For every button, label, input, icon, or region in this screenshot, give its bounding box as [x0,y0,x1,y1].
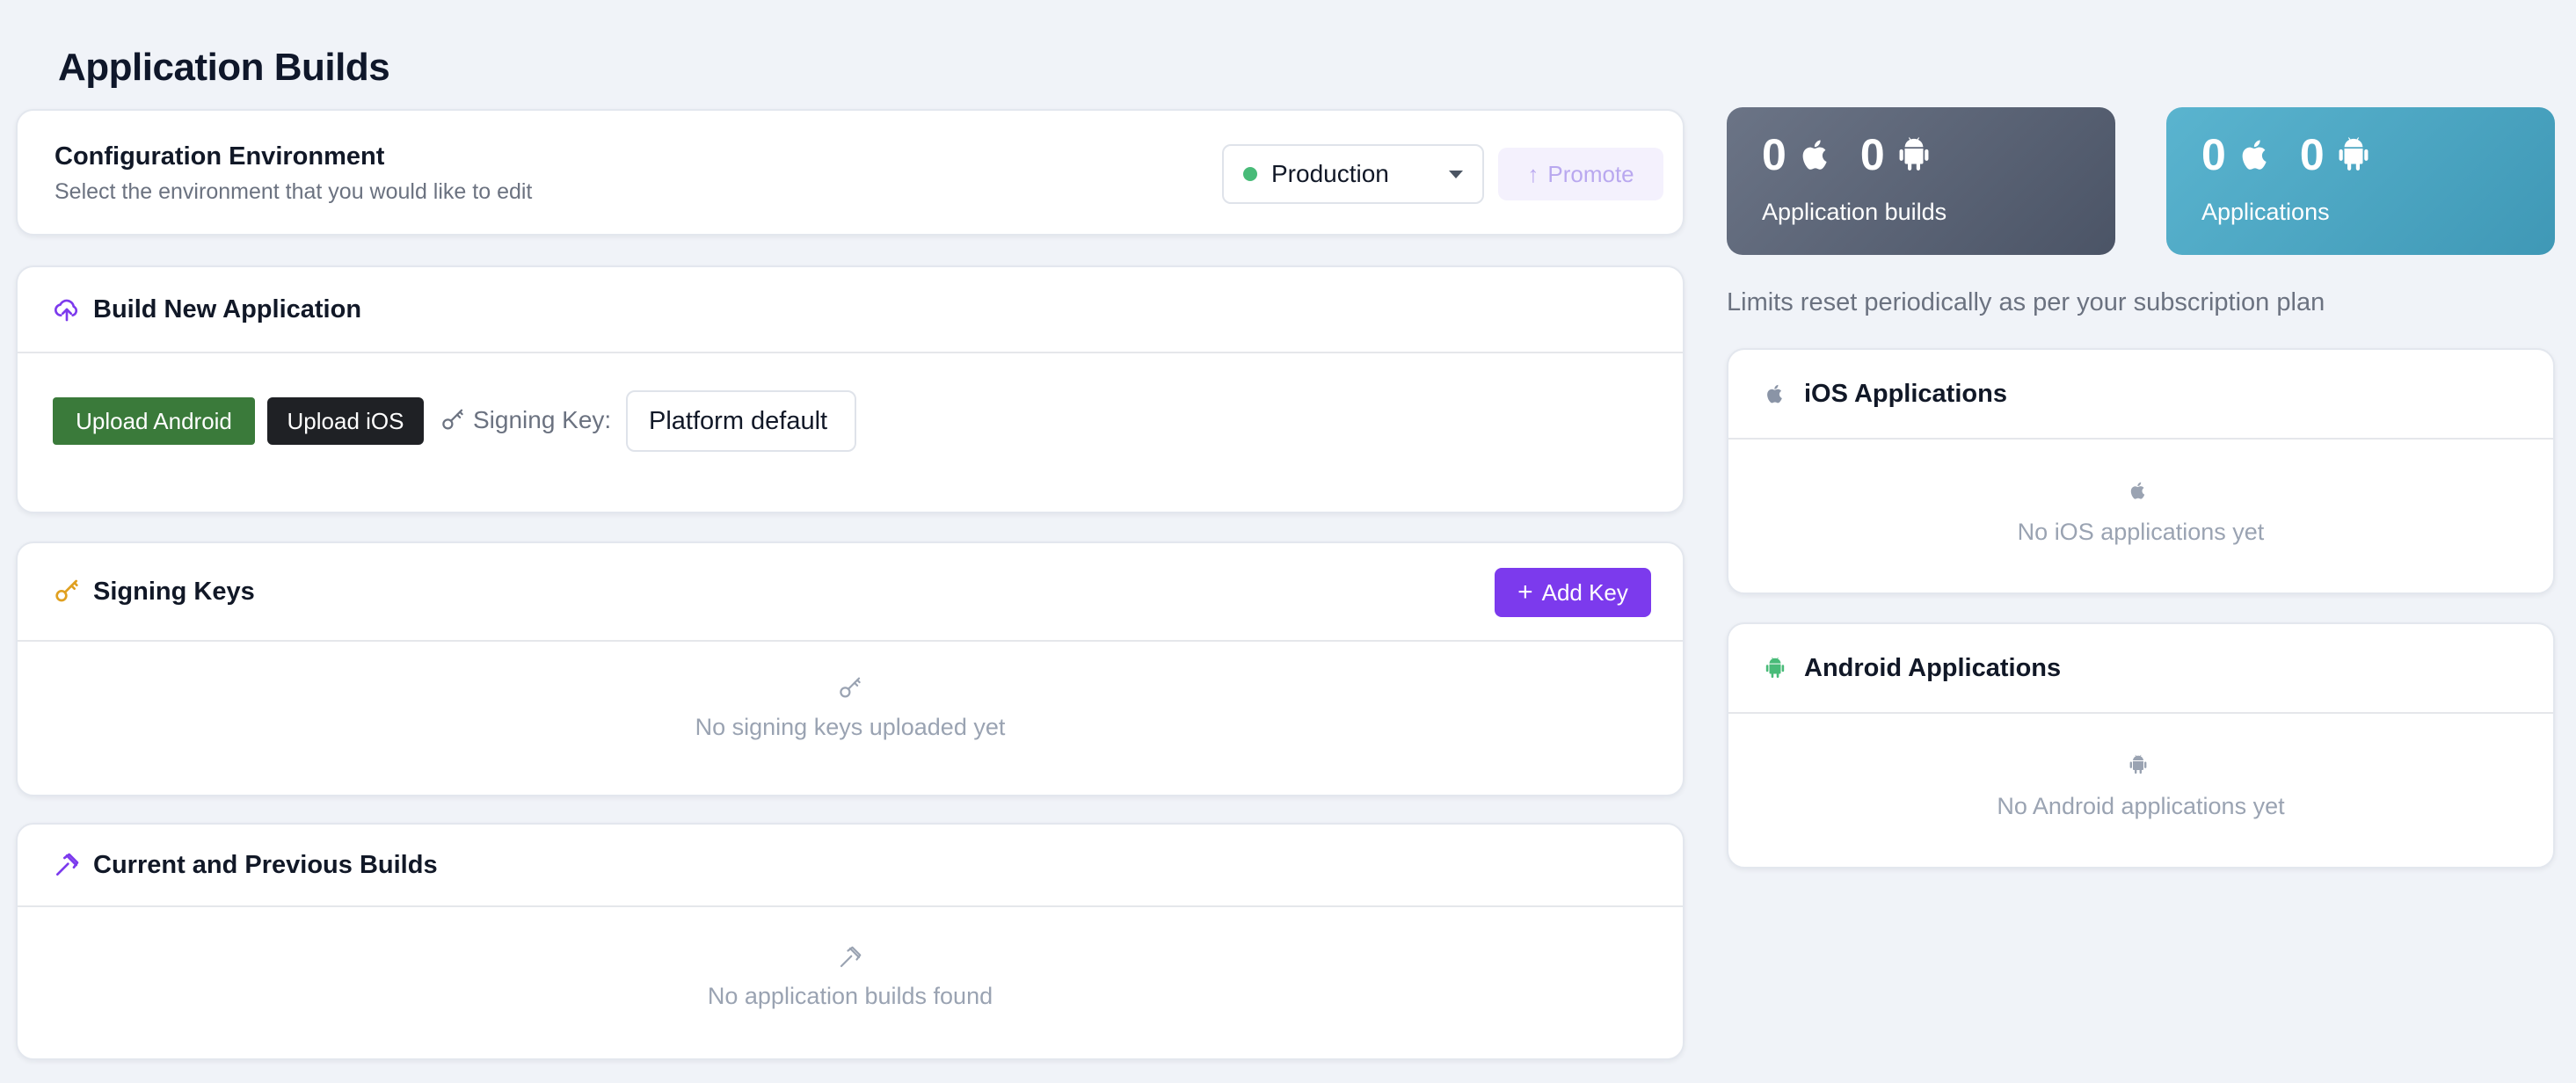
promote-button[interactable]: ↑ Promote [1498,148,1663,200]
android-applications-card: Android Applications No Android applicat… [1727,622,2555,869]
build-card-header: Build New Application [18,267,1683,353]
android-applications-header: Android Applications [1728,624,2553,714]
signing-keys-header: Signing Keys + Add Key [18,543,1683,642]
ios-applications-empty-text: No iOS applications yet [2017,519,2265,545]
page-title: Application Builds [58,46,390,89]
signing-keys-title: Signing Keys [93,577,255,606]
limits-note: Limits reset periodically as per your su… [1727,288,2325,316]
build-card-title: Build New Application [93,294,362,323]
builds-title: Current and Previous Builds [93,850,438,879]
applications-stat: 0 0 Applications [2166,107,2555,255]
android-icon [2128,754,2154,781]
signing-key-label: Signing Key: [440,406,611,434]
cloud-upload-icon [53,295,81,323]
signing-key-select[interactable]: Platform default [626,390,856,452]
config-environment-title: Configuration Environment [55,142,385,171]
upload-android-button[interactable]: Upload Android [53,397,255,445]
plus-icon: + [1517,578,1533,607]
signing-key-label-text: Signing Key: [473,406,612,433]
build-new-application-card: Build New Application Upload Android Upl… [16,265,1685,513]
builds-empty-state: No application builds found [18,944,1683,1010]
status-dot [1243,167,1257,181]
android-app-count: 0 [2299,130,2325,179]
arrow-up-icon: ↑ [1527,160,1539,187]
key-icon [440,407,473,433]
hammer-icon [53,851,81,879]
application-builds-label: Application builds [1762,199,1947,225]
android-icon [2339,137,2369,171]
config-environment-subtitle: Select the environment that you would li… [55,179,533,204]
hammer-icon [837,944,863,970]
android-applications-title: Android Applications [1804,653,2062,682]
android-build-count: 0 [1859,130,1885,179]
config-environment-card: Configuration Environment Select the env… [16,109,1685,236]
apple-icon [1764,380,1792,408]
ios-build-count: 0 [1762,130,1786,179]
promote-button-label: Promote [1547,160,1634,187]
apple-icon [1802,140,1827,170]
signing-keys-card: Signing Keys + Add Key No signing keys u… [16,542,1685,796]
applications-label: Applications [2201,199,2330,225]
signing-keys-empty-state: No signing keys uploaded yet [18,675,1683,741]
add-key-label: Add Key [1541,578,1628,606]
chevron-down-icon [1449,171,1463,178]
ios-applications-header: iOS Applications [1728,350,2553,440]
key-icon [53,578,81,606]
add-key-button[interactable]: + Add Key [1495,568,1651,617]
android-applications-empty-state: No Android applications yet [1728,754,2553,820]
builds-empty-text: No application builds found [707,983,993,1009]
android-applications-empty-text: No Android applications yet [1997,793,2285,819]
ios-applications-title: iOS Applications [1804,379,2007,408]
ios-applications-card: iOS Applications No iOS applications yet [1727,348,2555,594]
ios-app-count: 0 [2201,130,2226,179]
key-icon [837,675,863,701]
environment-select-value: Production [1271,160,1389,187]
apple-icon [2128,480,2154,506]
signing-keys-empty-text: No signing keys uploaded yet [695,714,1006,740]
android-icon [1764,654,1792,682]
apple-icon [2242,140,2267,170]
ios-applications-empty-state: No iOS applications yet [1728,480,2553,546]
android-icon [1899,137,1929,171]
environment-select[interactable]: Production [1222,144,1484,204]
builds-card: Current and Previous Builds No applicati… [16,823,1685,1060]
upload-ios-button[interactable]: Upload iOS [267,397,424,445]
application-builds-stat: 0 0 Application builds [1727,107,2115,255]
builds-header: Current and Previous Builds [18,825,1683,907]
